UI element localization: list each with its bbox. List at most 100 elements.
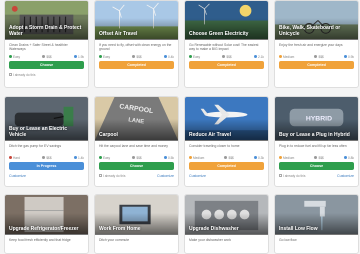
card-install-low-flow[interactable]: Install Low Flow Go low flow	[274, 194, 359, 254]
impact-icon	[73, 55, 77, 58]
card-stats: Easy $$$ 1.9k	[9, 54, 84, 59]
cost-stat: $$$	[42, 156, 52, 160]
card-stats: Easy $$$ 0.5k	[99, 155, 174, 160]
difficulty-icon	[279, 156, 282, 159]
card-stats: Hard $$$ 1.4k	[9, 155, 84, 160]
already-do-checkbox[interactable]: I already do this	[99, 174, 126, 178]
difficulty-stat: Easy	[99, 55, 110, 59]
impact-stat: 1.4k	[73, 156, 84, 160]
difficulty-stat: Medium	[279, 55, 294, 59]
impact-icon	[163, 55, 167, 58]
completed-button[interactable]: Completed	[279, 61, 354, 69]
card-title: Offset Air Travel	[99, 31, 138, 37]
cost-icon	[42, 156, 46, 159]
card-stats: Easy $$$ 2.1k	[189, 54, 264, 59]
card-stats: Medium $$$ 0.3k	[189, 155, 264, 160]
difficulty-stat: Easy	[99, 156, 110, 160]
card-upgrade-dishwasher[interactable]: Upgrade Dishwasher Make your dishwasher …	[184, 194, 269, 254]
card-description: Plug in to reduce fuel and fill up far l…	[279, 144, 347, 148]
card-work-from-home[interactable]: Work From Home Ditch your commute	[94, 194, 179, 254]
cost-stat: $$$	[314, 55, 324, 59]
card-header: Install Low Flow	[275, 195, 358, 235]
card-description: Ditch the gas pump for EV savings	[9, 144, 62, 148]
difficulty-icon	[99, 55, 102, 58]
difficulty-icon	[99, 156, 102, 159]
completed-button[interactable]: Completed	[99, 61, 174, 69]
card-title: Bike, Walk, Skateboard or Unicycle	[279, 25, 341, 37]
difficulty-icon	[9, 55, 12, 58]
card-description: Consider traveling closer to home	[189, 144, 240, 148]
card-title: Buy or Lease an Electric Vehicle	[9, 126, 68, 138]
card-electric-vehicle[interactable]: Buy or Lease an Electric Vehicle Ditch t…	[4, 96, 89, 187]
impact-icon	[253, 55, 257, 58]
cost-stat: $$$	[42, 55, 52, 59]
card-header: CARPOOL LANE Carpool	[95, 97, 178, 141]
cost-stat: $$$	[132, 156, 142, 160]
card-upgrade-refrigerator[interactable]: Upgrade Refrigerator/Freezer Keep food f…	[4, 194, 89, 254]
card-description: Enjoy the fresh air and energize your da…	[279, 43, 343, 47]
card-stats: Easy $$$ 0.4k	[99, 54, 174, 59]
impact-stat: 1.9k	[73, 55, 84, 59]
impact-icon	[163, 156, 167, 159]
impact-stat: 2.1k	[253, 55, 264, 59]
card-offset-air-travel[interactable]: Offset Air Travel If you need to fly, of…	[94, 0, 179, 88]
card-description: If you need to fly, offset with clean en…	[99, 43, 172, 52]
difficulty-icon	[279, 55, 282, 58]
cost-icon	[222, 55, 226, 58]
completed-button[interactable]: Completed	[189, 61, 264, 69]
difficulty-icon	[189, 55, 192, 58]
impact-stat: 0.4k	[163, 55, 174, 59]
card-carpool[interactable]: CARPOOL LANE Carpool Hit the carpool lan…	[94, 96, 179, 187]
card-storm-drain[interactable]: Adopt a Storm Drain & Protect Water Clea…	[4, 0, 89, 88]
choose-button[interactable]: Choose	[99, 162, 174, 170]
impact-icon	[253, 156, 257, 159]
impact-icon	[343, 156, 347, 159]
customize-link[interactable]: Customize	[337, 174, 354, 178]
card-reduce-air-travel[interactable]: Reduce Air Travel Consider traveling clo…	[184, 96, 269, 187]
card-description: Hit the carpool lane and save time and m…	[99, 144, 168, 148]
choose-button[interactable]: Choose	[9, 61, 84, 69]
customize-link[interactable]: Customize	[189, 174, 206, 178]
customize-link[interactable]: Customize	[157, 174, 174, 178]
cost-stat: $$$	[222, 55, 232, 59]
difficulty-icon	[9, 156, 12, 159]
impact-stat: 0.3k	[253, 156, 264, 160]
card-header: Upgrade Dishwasher	[185, 195, 268, 235]
difficulty-icon	[189, 156, 192, 159]
card-title: Install Low Flow	[279, 226, 318, 232]
impact-stat: 0.5k	[163, 156, 174, 160]
choose-button[interactable]: Choose	[279, 162, 354, 170]
cost-icon	[132, 156, 136, 159]
card-plug-in-hybrid[interactable]: HYBRID Buy or Lease a Plug in Hybrid Plu…	[274, 96, 359, 187]
card-header: Work From Home	[95, 195, 178, 235]
already-do-checkbox[interactable]: I already do this	[9, 73, 36, 77]
in-progress-button[interactable]: In Progress	[9, 162, 84, 170]
card-header: Choose Green Electricity	[185, 1, 268, 40]
card-header: HYBRID Buy or Lease a Plug in Hybrid	[275, 97, 358, 141]
impact-stat: 0.8k	[343, 156, 354, 160]
card-green-electricity[interactable]: Choose Green Electricity Go Renewable wi…	[184, 0, 269, 88]
completed-button[interactable]: Completed	[189, 162, 264, 170]
card-title: Adopt a Storm Drain & Protect Water	[9, 25, 82, 37]
card-stats: Medium $$$ 0.9k	[279, 54, 354, 59]
card-header: Offset Air Travel	[95, 1, 178, 40]
card-title: Upgrade Refrigerator/Freezer	[9, 226, 79, 232]
impact-icon	[343, 55, 347, 58]
already-do-checkbox[interactable]: I already do this	[279, 174, 306, 178]
difficulty-stat: Medium	[279, 156, 294, 160]
cost-icon	[42, 55, 46, 58]
card-title: Buy or Lease a Plug in Hybrid	[279, 132, 350, 138]
card-header: Buy or Lease an Electric Vehicle	[5, 97, 88, 141]
difficulty-stat: Medium	[189, 156, 204, 160]
card-header: Reduce Air Travel	[185, 97, 268, 141]
difficulty-stat: Hard	[9, 156, 20, 160]
customize-link[interactable]: Customize	[9, 174, 26, 178]
cost-icon	[314, 55, 318, 58]
card-stats: Medium $$$ 0.8k	[279, 155, 354, 160]
cost-icon	[224, 156, 228, 159]
cost-stat: $$$	[314, 156, 324, 160]
cost-stat: $$$	[224, 156, 234, 160]
card-title: Upgrade Dishwasher	[189, 226, 239, 232]
cost-icon	[314, 156, 318, 159]
card-bike-walk[interactable]: Bike, Walk, Skateboard or Unicycle Enjoy…	[274, 0, 359, 88]
